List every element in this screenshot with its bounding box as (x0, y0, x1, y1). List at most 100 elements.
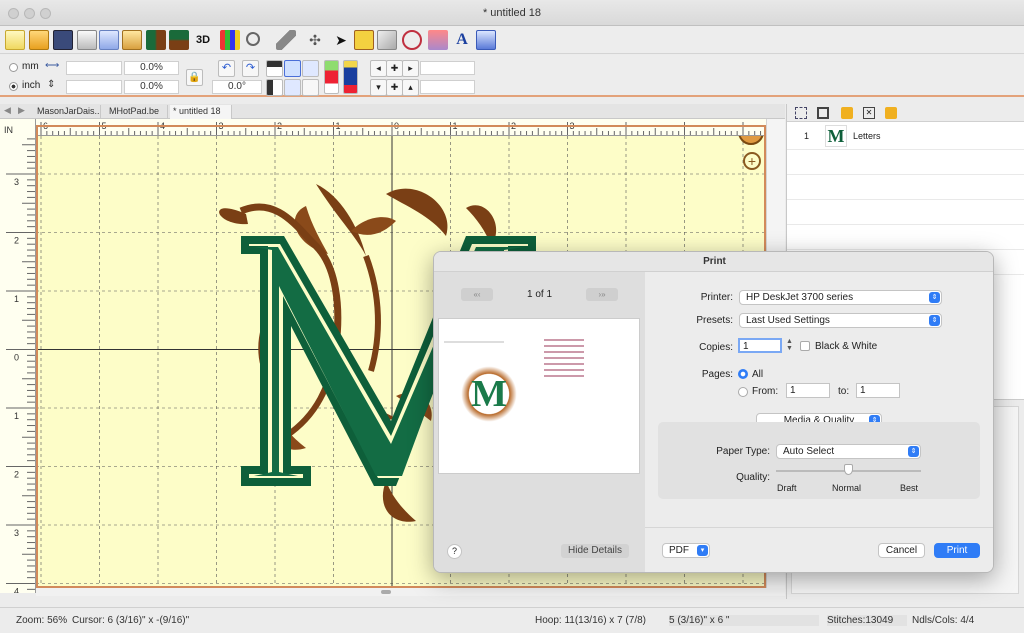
ruler-tick-label: 1 (453, 121, 458, 131)
center-both-icon[interactable] (284, 60, 301, 77)
tab-scroll-right-icon[interactable]: ▶ (18, 105, 25, 116)
horizontal-scrollbar[interactable] (36, 588, 785, 596)
to-input[interactable]: 1 (856, 383, 900, 398)
paste-icon[interactable] (122, 30, 142, 50)
property-toolbar: mm inch ⟷ ⇕ 0.0% 0.0% 🔒 ↶ ↷ 0.0° ◂ ✚ ▸ ▾… (0, 55, 1024, 97)
nudge-center-h-icon[interactable]: ✚ (386, 60, 403, 77)
export-icon[interactable] (476, 30, 496, 50)
zoom-icon[interactable] (246, 32, 260, 46)
mm-radio[interactable] (9, 63, 18, 72)
tab-untitled-18[interactable]: * untitled 18 (170, 105, 232, 119)
inch-radio[interactable] (9, 82, 18, 91)
tab-mhotpad[interactable]: MHotPad.be (106, 105, 168, 119)
nudge-center-v-icon[interactable]: ✚ (386, 79, 403, 96)
vruler-tick-label: 1 (14, 411, 19, 421)
pages-all-label: All (752, 369, 764, 380)
delete-layer-icon[interactable]: ✕ (863, 107, 875, 119)
layer-row[interactable]: 1 M Letters (787, 123, 1024, 150)
presets-select[interactable]: Last Used Settings ⇕ (739, 313, 942, 328)
align-left-icon[interactable] (266, 79, 283, 96)
printer-value: HP DeskJet 3700 series (746, 292, 854, 303)
printer-select[interactable]: HP DeskJet 3700 series ⇕ (739, 290, 942, 305)
print-button[interactable]: Print (934, 543, 980, 558)
height-icon: ⇕ (47, 79, 56, 90)
copy-icon[interactable] (99, 30, 119, 50)
stitches-status: Stitches:13049 (827, 615, 907, 626)
pointer-icon[interactable]: ➤ (331, 30, 351, 50)
tab-scroll-left-icon[interactable]: ◀ (4, 105, 11, 116)
group-layer-icon[interactable] (817, 107, 829, 119)
text-tool-icon[interactable]: A (452, 30, 472, 50)
presets-value: Last Used Settings (746, 315, 830, 326)
ruler-tick-label: 0 (394, 121, 399, 131)
rotation-input[interactable]: 0.0° (212, 80, 262, 94)
width-input[interactable] (66, 61, 122, 75)
height-percent-input[interactable]: 0.0% (124, 80, 179, 94)
height-input[interactable] (66, 80, 122, 94)
printer-label: Printer: (700, 292, 733, 303)
copies-input[interactable]: 1 (738, 338, 782, 353)
print-icon[interactable] (77, 30, 97, 50)
nudge-y-input[interactable] (420, 80, 475, 94)
layer-thumbnail: M (825, 125, 847, 147)
hoop-icon[interactable] (354, 30, 374, 50)
needle-icon[interactable]: ✣ (305, 30, 325, 50)
applique-icon[interactable] (377, 30, 397, 50)
next-last-page-button[interactable]: ›» (586, 288, 618, 301)
unlock-layer-icon[interactable] (885, 107, 897, 119)
app-window: * untitled 18 3D ✣ ➤ A mm inch ⟷ ⇕ 0.0% (0, 0, 1024, 633)
cancel-button[interactable]: Cancel (878, 543, 925, 558)
rotate-left-icon[interactable]: ↶ (218, 60, 235, 77)
chart-icon[interactable] (220, 30, 240, 50)
preview-header-line (444, 341, 504, 343)
lock-layer-icon[interactable] (841, 107, 853, 119)
lock-proportions-icon[interactable]: 🔒 (186, 69, 203, 86)
copies-stepper[interactable]: ▲ ▼ (785, 338, 794, 353)
mirror-horizontal-icon[interactable] (146, 30, 166, 50)
ruler-tick-label: 4 (160, 121, 165, 131)
group-icon[interactable] (302, 79, 319, 96)
crosshair-icon[interactable]: + (743, 152, 761, 170)
pages-from-radio[interactable] (738, 387, 748, 397)
stack-icon[interactable] (284, 79, 301, 96)
color-sort-icon[interactable] (324, 60, 339, 94)
nudge-down-icon[interactable]: ▾ (370, 79, 387, 96)
nudge-up-icon[interactable]: ▴ (402, 79, 419, 96)
rotate-right-icon[interactable]: ↷ (242, 60, 259, 77)
scroll-thumb[interactable] (381, 590, 391, 594)
measure-icon[interactable] (276, 30, 296, 50)
mirror-vertical-icon[interactable] (169, 30, 189, 50)
quality-best-label: Best (900, 483, 919, 493)
align-top-icon[interactable] (266, 60, 283, 77)
pages-all-radio[interactable] (738, 369, 748, 379)
status-bar: Zoom: 56% Cursor: 6 (3/16)" x -(9/16)" H… (0, 607, 1024, 633)
3d-view-icon[interactable]: 3D (193, 30, 213, 50)
hide-details-button[interactable]: Hide Details (561, 544, 629, 558)
vruler-tick-label: 4 (14, 587, 19, 594)
new-file-icon[interactable] (5, 30, 25, 50)
from-input[interactable]: 1 (786, 383, 830, 398)
distribute-icon[interactable] (302, 60, 319, 77)
wreath-icon[interactable] (402, 30, 422, 50)
help-button[interactable]: ? (447, 544, 462, 559)
nudge-right-icon[interactable]: ▸ (402, 60, 419, 77)
open-folder-icon[interactable] (29, 30, 49, 50)
thread-spool-icon[interactable] (343, 60, 358, 94)
color-palette-icon[interactable] (428, 30, 448, 50)
media-quality-box: Paper Type: Auto Select ⇕ Quality: Draft … (658, 422, 980, 499)
tab-masonjar[interactable]: MasonJarDais... (34, 105, 101, 119)
print-dialog-title: Print (434, 252, 993, 272)
chevron-updown-icon: ⇕ (929, 315, 940, 326)
layers-toolbar: ✕ (787, 104, 1024, 122)
paper-type-select[interactable]: Auto Select ⇕ (776, 444, 921, 459)
save-icon[interactable] (53, 30, 73, 50)
select-layer-icon[interactable] (795, 107, 807, 119)
black-white-checkbox[interactable] (800, 341, 810, 351)
width-percent-input[interactable]: 0.0% (124, 61, 179, 75)
to-label: to: (838, 386, 850, 397)
quality-slider-thumb[interactable] (844, 464, 853, 475)
pdf-menu-button[interactable]: PDF ▾ (662, 543, 710, 558)
nudge-x-input[interactable] (420, 61, 475, 75)
nudge-left-icon[interactable]: ◂ (370, 60, 387, 77)
print-dialog: Print «‹ 1 of 1 ›» M ? Hide Details Prin… (433, 251, 994, 573)
